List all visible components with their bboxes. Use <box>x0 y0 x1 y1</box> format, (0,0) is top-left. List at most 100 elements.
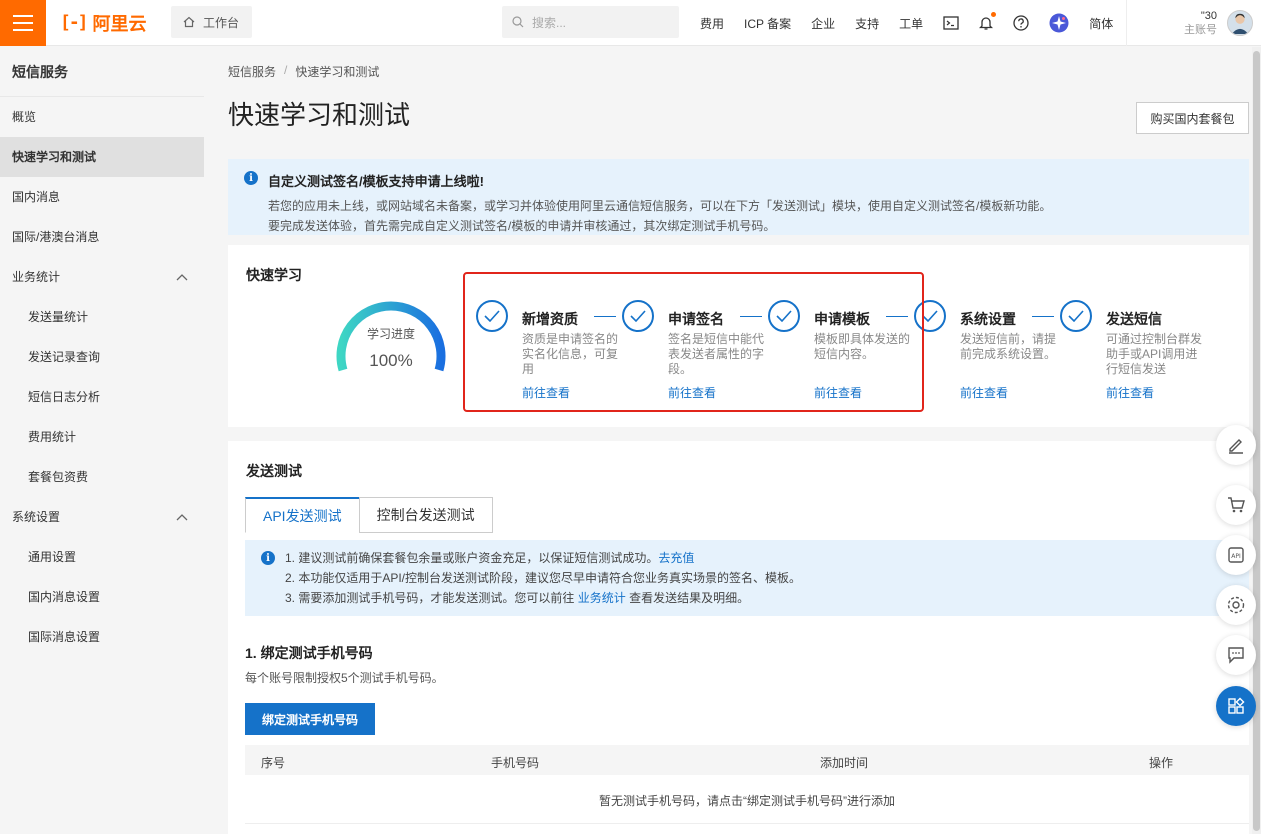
tip-line: 2. 本功能仅适用于API/控制台发送测试阶段，建议您尽早申请符合您业务真实场景… <box>285 571 802 585</box>
chevron-up-icon <box>176 257 188 297</box>
column-header: 添加时间 <box>820 756 869 770</box>
tip-line: 3. 需要添加测试手机号码，才能发送测试。您可以前往 业务统计 查看发送结果及明… <box>285 591 750 605</box>
menu-icon[interactable] <box>0 0 46 46</box>
check-icon <box>1060 300 1092 332</box>
feedback-fab[interactable] <box>1216 635 1256 675</box>
logo-text: 阿里云 <box>92 13 147 34</box>
cart-icon <box>1228 497 1245 513</box>
tip-line: 1. 建议测试前确保套餐包余量或账户资金充足，以保证短信测试成功。去充值 <box>285 551 695 565</box>
notice-line: 若您的应用未上线，或网站域名未备案，或学习并体验使用阿里云通信短信服务，可以在下… <box>268 199 1052 213</box>
home-icon <box>183 16 195 28</box>
buy-package-button[interactable]: 购买国内套餐包 <box>1136 102 1249 134</box>
language-switch[interactable]: 简体 <box>1089 15 1113 32</box>
terminal-icon[interactable] <box>943 16 959 30</box>
help-icon[interactable] <box>1013 15 1029 31</box>
column-header: 手机号码 <box>491 756 540 770</box>
breadcrumb-separator: / <box>284 63 288 77</box>
account-role: 主账号 <box>1184 24 1217 36</box>
sidebar-title: 短信服务 <box>0 47 204 97</box>
api-fab[interactable]: API <box>1216 535 1256 575</box>
sidebar-item-international[interactable]: 国际/港澳台消息 <box>0 217 204 257</box>
aliyun-logo[interactable]: [-] 阿里云 <box>60 10 147 36</box>
sidebar: 短信服务 概览 快速学习和测试 国内消息 国际/港澳台消息 业务统计 发送量统计… <box>0 47 204 834</box>
sidebar-item-quick-learn[interactable]: 快速学习和测试 <box>0 137 204 177</box>
bind-phone-button[interactable]: 绑定测试手机号码 <box>245 703 375 735</box>
nav-support[interactable]: 支持 <box>855 15 879 32</box>
step-desc: 发送短信前，请提前完成系统设置。 <box>960 332 1057 361</box>
gear-icon <box>1227 596 1245 614</box>
recharge-link[interactable]: 去充值 <box>658 551 694 565</box>
cart-fab[interactable] <box>1216 485 1256 525</box>
main-content: 短信服务 / 快速学习和测试 快速学习和测试 购买国内套餐包 i 自定义测试签名… <box>204 47 1261 834</box>
apps-fab[interactable] <box>1216 686 1256 726</box>
step-name: 系统设置 <box>960 311 1016 327</box>
breadcrumb-item-current: 快速学习和测试 <box>295 65 380 79</box>
chat-icon <box>1228 647 1244 664</box>
nav-ticket[interactable]: 工单 <box>899 15 923 32</box>
apps-icon <box>1228 697 1245 714</box>
send-test-title: 发送测试 <box>246 463 302 479</box>
step-desc: 可通过控制台群发助手或API调用进行短信发送 <box>1106 332 1203 376</box>
chevron-up-icon <box>176 497 188 537</box>
breadcrumb-item[interactable]: 短信服务 <box>228 63 276 80</box>
sidebar-item-business-stats[interactable]: 业务统计 <box>0 257 204 297</box>
search-icon <box>512 16 524 28</box>
sidebar-item-domestic-settings[interactable]: 国内消息设置 <box>0 577 204 617</box>
workbench-button[interactable]: 工作台 <box>171 6 252 38</box>
step-link[interactable]: 前往查看 <box>960 384 1008 401</box>
search-input[interactable]: 搜索... <box>502 6 679 38</box>
sidebar-item-log-analysis[interactable]: 短信日志分析 <box>0 377 204 417</box>
progress-label: 学习进度 <box>366 327 415 341</box>
info-icon: i <box>261 551 275 565</box>
api-icon: API <box>1228 547 1244 563</box>
step-link[interactable]: 前往查看 <box>1106 384 1154 401</box>
sidebar-item-package-pricing[interactable]: 套餐包资费 <box>0 457 204 497</box>
svg-text:API: API <box>1231 553 1241 560</box>
send-test-card: 发送测试 API发送测试 控制台发送测试 i 1. 建议测试前确保套餐包余量或账… <box>228 441 1249 834</box>
column-header: 操作 <box>1149 756 1174 770</box>
table-empty-row: 暂无测试手机号码，请点击“绑定测试手机号码”进行添加 <box>245 778 1249 824</box>
sidebar-item-domestic[interactable]: 国内消息 <box>0 177 204 217</box>
breadcrumb: 短信服务 / 快速学习和测试 <box>228 63 379 80</box>
ai-assistant-icon[interactable] <box>1049 13 1069 33</box>
sidebar-item-cost-stats[interactable]: 费用统计 <box>0 417 204 457</box>
quick-learn-title: 快速学习 <box>246 267 302 283</box>
step-name: 发送短信 <box>1106 311 1162 327</box>
notification-dot <box>991 12 997 17</box>
nav-fees[interactable]: 费用 <box>700 15 724 32</box>
progress-value: 100% <box>369 351 413 370</box>
sidebar-item-overview[interactable]: 概览 <box>0 97 204 137</box>
notice-title: 自定义测试签名/模板支持申请上线啦! <box>268 174 484 189</box>
page-title: 快速学习和测试 <box>228 100 411 130</box>
notice-line: 要完成发送体验，首先需完成自定义测试签名/模板的申请并审核通过，其次绑定测试手机… <box>268 219 776 233</box>
sidebar-item-system-settings[interactable]: 系统设置 <box>0 497 204 537</box>
sidebar-item-general-settings[interactable]: 通用设置 <box>0 537 204 577</box>
info-icon: i <box>244 171 258 185</box>
sidebar-item-send-volume[interactable]: 发送量统计 <box>0 297 204 337</box>
top-bar: [-] 阿里云 工作台 搜索... 费用 ICP 备案 企业 支持 工单 简体 … <box>0 0 1261 46</box>
search-placeholder: 搜索... <box>532 15 567 30</box>
tips-banner: i 1. 建议测试前确保套餐包余量或账户资金充足，以保证短信测试成功。去充值 2… <box>245 540 1249 616</box>
highlight-box <box>463 272 924 412</box>
edit-fab[interactable] <box>1216 425 1256 465</box>
nav-enterprise[interactable]: 企业 <box>811 15 835 32</box>
nav-icp[interactable]: ICP 备案 <box>744 15 791 32</box>
progress-gauge: 学习进度 100% <box>333 297 449 377</box>
tab-api-test[interactable]: API发送测试 <box>245 497 360 533</box>
business-stats-link[interactable]: 业务统计 <box>578 591 626 605</box>
table-header: 序号 手机号码 添加时间 操作 <box>245 745 1249 775</box>
section-title: 1. 绑定测试手机号码 <box>245 645 373 661</box>
sidebar-item-send-records[interactable]: 发送记录查询 <box>0 337 204 377</box>
tab-bar: API发送测试 控制台发送测试 <box>245 497 493 533</box>
workbench-label: 工作台 <box>203 15 240 30</box>
account-menu[interactable]: "30 主账号 <box>1126 0 1261 46</box>
tab-console-test[interactable]: 控制台发送测试 <box>358 497 493 533</box>
avatar[interactable] <box>1227 10 1253 36</box>
account-name: "30 <box>1200 10 1217 22</box>
column-header: 序号 <box>261 756 286 770</box>
bell-icon[interactable] <box>979 12 997 31</box>
section-desc: 每个账号限制授权5个测试手机号码。 <box>245 671 444 685</box>
notice-banner: i 自定义测试签名/模板支持申请上线啦! 若您的应用未上线，或网站域名未备案，或… <box>228 159 1249 235</box>
sidebar-item-international-settings[interactable]: 国际消息设置 <box>0 617 204 657</box>
settings-fab[interactable] <box>1216 585 1256 625</box>
